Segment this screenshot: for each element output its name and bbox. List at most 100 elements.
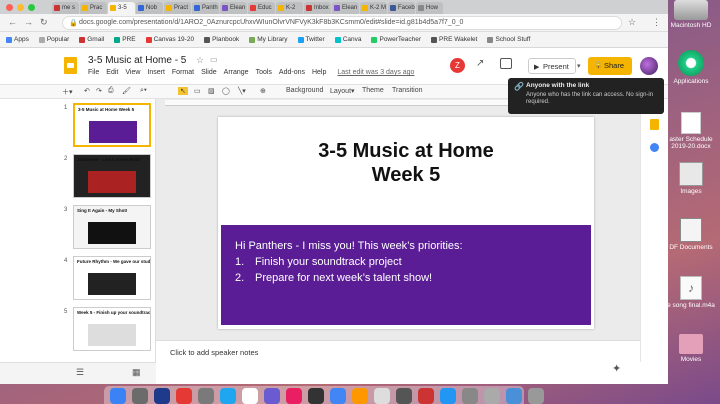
reload-icon[interactable]: ↻ — [40, 17, 48, 28]
browser-tab[interactable]: Prac — [80, 2, 107, 14]
url-field[interactable]: 🔒 docs.google.com/presentation/d/1ARO2_0… — [62, 16, 622, 30]
dock-app-icon[interactable] — [286, 388, 302, 404]
dock-app-icon[interactable] — [418, 388, 434, 404]
bookmark-item[interactable]: PRE Wakelet — [431, 36, 477, 43]
dock-app-icon[interactable] — [484, 388, 500, 404]
transition-button[interactable]: Transition — [392, 87, 422, 94]
dock-app-icon[interactable] — [352, 388, 368, 404]
print-icon[interactable]: ⎙ — [108, 87, 114, 95]
star-icon[interactable]: ☆ — [196, 55, 204, 66]
image-icon[interactable]: ▨ — [208, 87, 215, 95]
slide-title[interactable]: 3-5 Music at Home Week 5 — [218, 139, 594, 187]
layout-button[interactable]: Layout▾ — [330, 87, 355, 95]
menu-item[interactable]: Help — [312, 69, 326, 76]
browser-tab[interactable]: me s — [52, 2, 79, 14]
line-icon[interactable]: ╲▾ — [238, 87, 246, 95]
dock-app-icon[interactable] — [528, 388, 544, 404]
comment-add-icon[interactable]: ⊕ — [260, 87, 266, 95]
maximize-window-button[interactable] — [28, 4, 35, 11]
dock-app-icon[interactable] — [264, 388, 280, 404]
menu-item[interactable]: Arrange — [224, 69, 249, 76]
undo-icon[interactable]: ↶ — [84, 87, 90, 95]
menu-item[interactable]: Add-ons — [279, 69, 305, 76]
desktop-icon-pdf-documents[interactable]: DF Documents — [664, 218, 718, 251]
explore-icon[interactable]: ✦ — [612, 362, 632, 380]
bookmark-item[interactable]: PRE — [114, 36, 136, 43]
zoom-icon[interactable]: ⌕▾ — [140, 87, 147, 95]
text-box-icon[interactable]: ▭ — [194, 87, 201, 95]
browser-tab[interactable]: How — [416, 2, 443, 14]
slide-thumbnail[interactable]: Sing It Again - My Shot! — [73, 205, 151, 249]
select-icon[interactable]: ↖ — [178, 87, 188, 95]
dock-app-icon[interactable] — [110, 388, 126, 404]
bookmark-item[interactable]: PowerTeacher — [371, 36, 421, 43]
menu-item[interactable]: Slide — [201, 69, 217, 76]
move-folder-icon[interactable]: ▭ — [210, 55, 218, 64]
background-button[interactable]: Background — [286, 87, 323, 94]
slide-thumbnail[interactable]: Future Rhythm - We gave our students a l… — [73, 256, 151, 300]
browser-tab[interactable]: Inbox — [304, 2, 331, 14]
menu-item[interactable]: Tools — [256, 69, 272, 76]
present-button[interactable]: ▶ Present — [528, 58, 576, 74]
browser-tab[interactable]: Panth — [192, 2, 219, 14]
dock-app-icon[interactable] — [220, 388, 236, 404]
dock-app-icon[interactable] — [506, 388, 522, 404]
dock-app-icon[interactable] — [462, 388, 478, 404]
slide-body-box[interactable]: Hi Panthers - I miss you! This week’s pr… — [221, 225, 591, 325]
browser-tab[interactable]: Faceb — [388, 2, 415, 14]
collaborator-avatar[interactable]: Z — [450, 58, 465, 73]
bookmark-item[interactable]: Apps — [6, 36, 29, 43]
menu-item[interactable]: Insert — [147, 69, 165, 76]
dock-app-icon[interactable] — [374, 388, 390, 404]
dock-app-icon[interactable] — [154, 388, 170, 404]
dock-app-icon[interactable] — [440, 388, 456, 404]
bookmark-item[interactable]: Canva — [334, 36, 361, 43]
current-slide[interactable]: 3-5 Music at Home Week 5 Hi Panthers - I… — [218, 117, 594, 329]
list-view-icon[interactable]: ▦ — [132, 367, 141, 378]
browser-tab[interactable]: Educ — [248, 2, 275, 14]
share-button[interactable]: 🔒 Share — [588, 57, 632, 75]
slide-thumbnail[interactable]: 3-5 Music at Home Week 5 — [73, 103, 151, 147]
menu-item[interactable]: Format — [172, 69, 194, 76]
bookmark-item[interactable]: Twitter — [297, 36, 325, 43]
minimize-window-button[interactable] — [17, 4, 24, 11]
bookmark-item[interactable]: My Library — [249, 36, 288, 43]
activity-dashboard-icon[interactable]: ↗ — [476, 58, 484, 69]
dock-app-icon[interactable] — [396, 388, 412, 404]
dock-app-icon[interactable] — [176, 388, 192, 404]
browser-tab[interactable]: Nob — [136, 2, 163, 14]
comments-icon[interactable] — [500, 58, 512, 69]
bookmark-item[interactable]: Planbook — [204, 36, 239, 43]
paint-format-icon[interactable]: 🖌 — [122, 87, 131, 95]
desktop-icon-macintosh-hd[interactable]: Macintosh HD — [664, 0, 718, 29]
dock-app-icon[interactable] — [242, 388, 258, 404]
desktop-icon-master-schedule[interactable]: aster Schedule 2019-20.docx — [664, 112, 718, 150]
tasks-icon[interactable] — [650, 143, 659, 152]
user-avatar[interactable] — [640, 57, 658, 75]
menu-item[interactable]: Edit — [106, 69, 118, 76]
last-edit-link[interactable]: Last edit was 3 days ago — [337, 69, 414, 76]
bookmark-item[interactable]: Gmail — [79, 36, 104, 43]
browser-menu-icon[interactable]: ⋮ — [652, 17, 661, 28]
redo-icon[interactable]: ↷ — [96, 87, 102, 95]
menu-item[interactable]: View — [125, 69, 140, 76]
slides-logo-icon[interactable] — [64, 57, 77, 74]
browser-tab[interactable]: K-2 M — [360, 2, 387, 14]
theme-button[interactable]: Theme — [362, 87, 384, 94]
dock-app-icon[interactable] — [330, 388, 346, 404]
bookmark-item[interactable]: Popular — [38, 36, 69, 43]
speaker-notes[interactable]: Click to add speaker notes — [156, 340, 668, 362]
desktop-icon-song-file[interactable]: ♪ e song final.m4a — [664, 276, 718, 309]
browser-tab[interactable]: 3-5 — [108, 2, 135, 14]
document-title[interactable]: 3-5 Music at Home - 5 — [88, 55, 186, 66]
dock-app-icon[interactable] — [132, 388, 148, 404]
close-window-button[interactable] — [6, 4, 13, 11]
grid-view-icon[interactable]: ☰ — [76, 367, 84, 378]
slide-thumbnail[interactable]: Week 5 - Finish up your soundtrack! — [73, 307, 151, 351]
present-dropdown-icon[interactable]: ▾ — [577, 58, 587, 74]
shape-icon[interactable]: ◯ — [222, 87, 230, 95]
browser-tab[interactable]: K-2 — [276, 2, 303, 14]
bookmark-star-icon[interactable]: ☆ — [628, 17, 636, 28]
menu-item[interactable]: File — [88, 69, 99, 76]
bookmark-item[interactable]: School Stuff — [487, 36, 530, 43]
